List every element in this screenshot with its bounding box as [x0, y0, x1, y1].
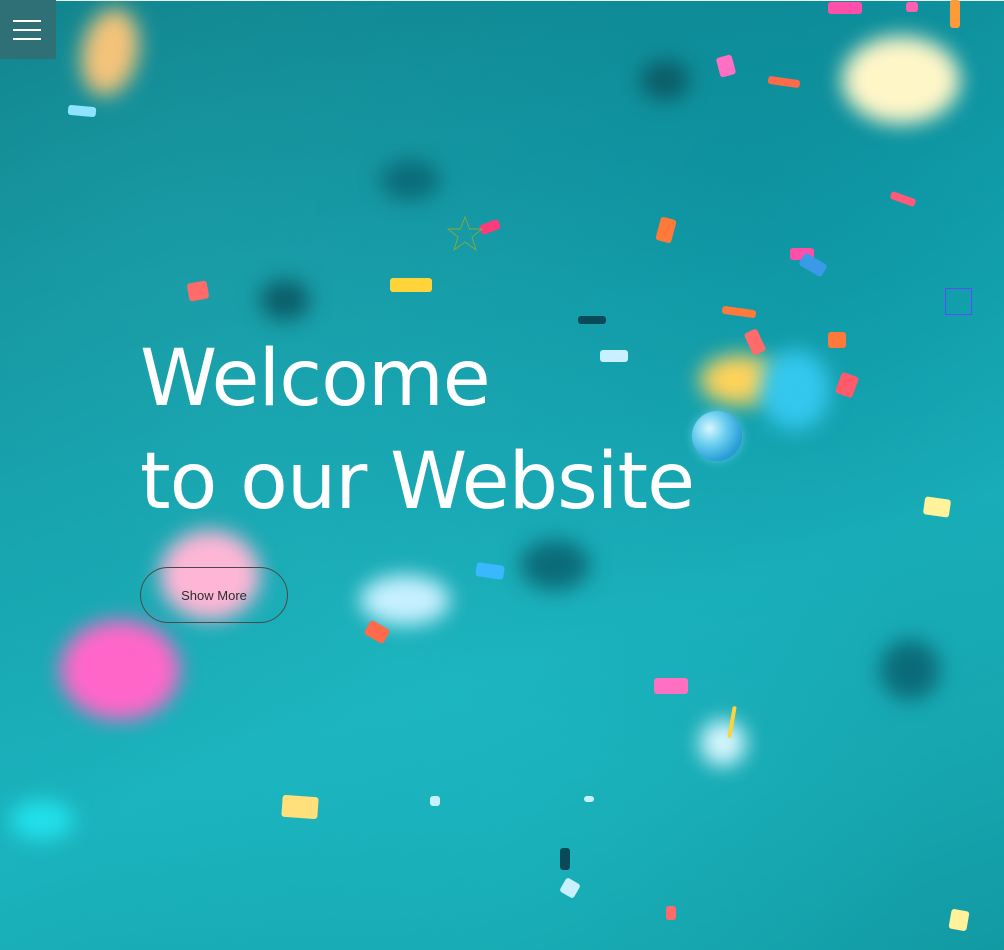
confetti-piece — [578, 316, 606, 324]
confetti-blob — [842, 36, 960, 124]
menu-toggle-button[interactable] — [0, 0, 56, 59]
headline-line-2: to our Website — [140, 437, 695, 527]
headline-line-1: Welcome — [140, 334, 491, 424]
confetti-piece — [281, 794, 319, 820]
confetti-piece — [922, 496, 952, 518]
confetti-blob — [10, 800, 74, 840]
confetti-piece — [584, 796, 594, 802]
confetti-piece — [834, 371, 860, 399]
confetti-piece — [186, 280, 210, 302]
confetti-piece — [828, 332, 846, 348]
confetti-piece — [715, 54, 737, 78]
confetti-blob — [760, 350, 830, 430]
confetti-piece — [666, 906, 676, 920]
confetti-piece — [721, 305, 757, 319]
confetti-piece — [390, 278, 432, 292]
confetti-piece — [950, 0, 960, 28]
square-outline-icon — [945, 288, 972, 315]
confetti-piece — [906, 2, 918, 12]
confetti-piece — [559, 877, 581, 899]
confetti-piece — [767, 75, 801, 89]
confetti-piece — [655, 216, 677, 244]
confetti-blob — [260, 280, 310, 320]
confetti-piece — [743, 328, 767, 356]
confetti-piece — [828, 2, 862, 14]
confetti-piece — [798, 252, 828, 278]
star-outline-icon — [446, 216, 484, 252]
confetti-blob — [73, 3, 147, 101]
hero-background: Welcome to our Website Show More — [0, 0, 1004, 950]
confetti-piece — [430, 796, 440, 806]
confetti-blob — [880, 640, 940, 700]
show-more-button[interactable]: Show More — [140, 567, 288, 623]
confetti-piece — [889, 190, 917, 208]
confetti-piece — [948, 908, 970, 932]
confetti-piece — [475, 562, 505, 580]
confetti-blob — [60, 620, 180, 720]
confetti-piece — [363, 619, 391, 645]
confetti-blob — [640, 60, 690, 100]
confetti-piece — [560, 848, 570, 870]
confetti-blob — [360, 575, 450, 625]
confetti-piece — [654, 678, 688, 694]
confetti-blob — [520, 540, 590, 590]
confetti-blob — [380, 160, 440, 200]
confetti-piece — [67, 104, 97, 118]
confetti-blob — [700, 720, 746, 766]
bubble-icon — [692, 411, 742, 461]
top-divider — [0, 0, 1004, 1]
hero-headline: Welcome to our Website — [140, 328, 695, 534]
